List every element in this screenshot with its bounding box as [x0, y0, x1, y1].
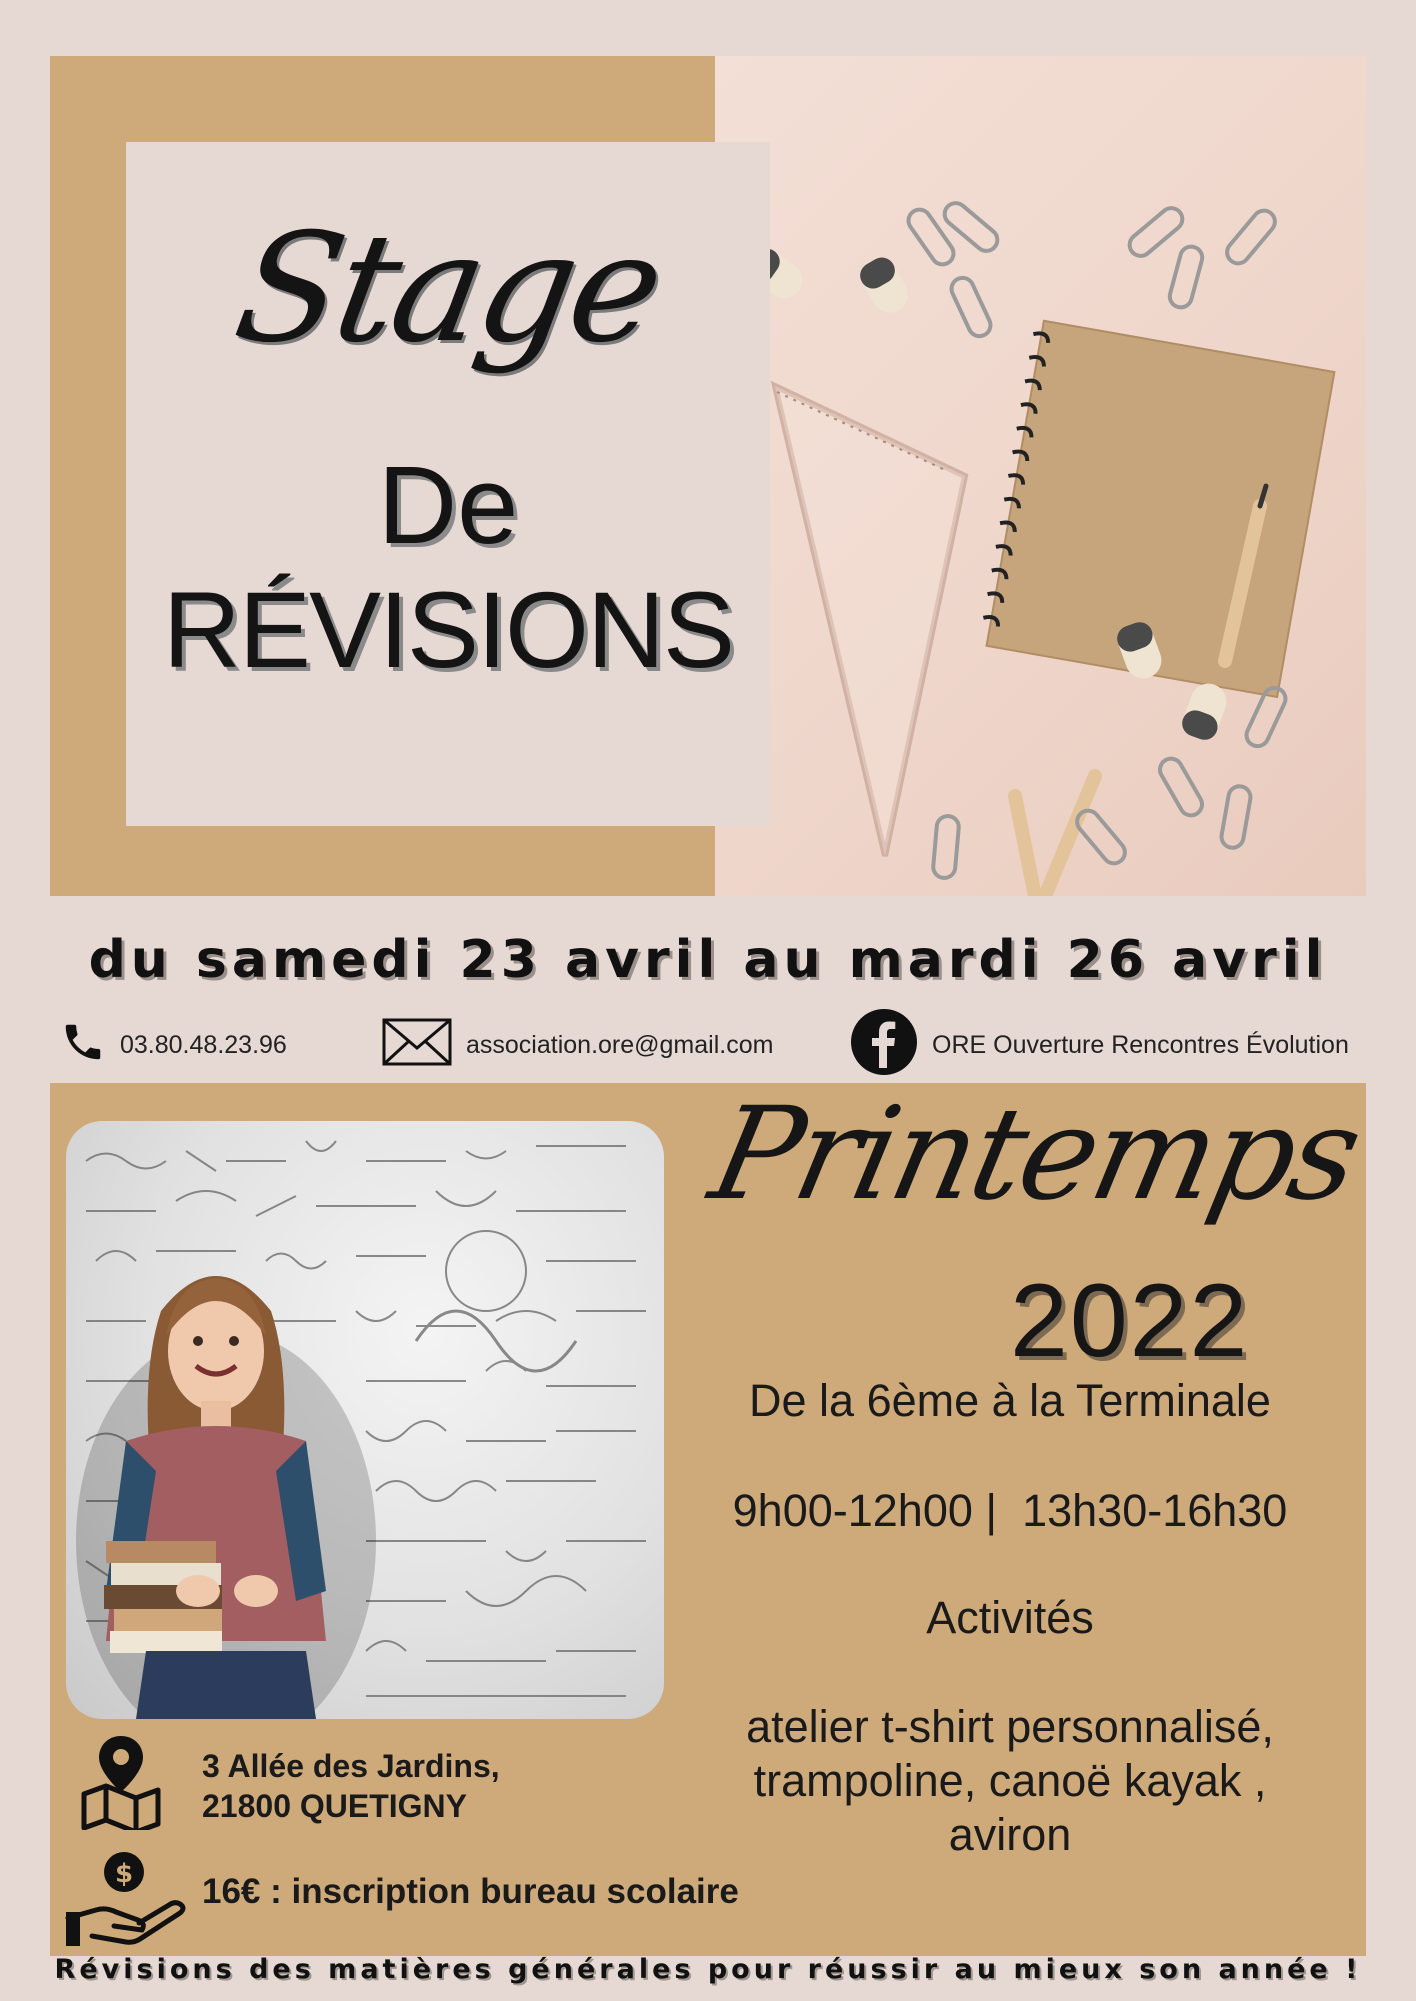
hand-coin-icon: $	[64, 1848, 188, 1948]
title-script-stage: Stage	[224, 202, 672, 376]
footer-tagline: Révisions des matières générales pour ré…	[54, 1954, 1362, 1985]
schedule-hours: 9h00-12h00 | 13h30-16h30	[732, 1485, 1288, 1536]
date-range: du samedi 23 avril au mardi 26 avril	[88, 930, 1328, 990]
title-box: Stage De RÉVISIONS	[126, 142, 770, 826]
email-address: association.ore@gmail.com	[466, 1030, 774, 1059]
activities-line-3: aviron	[948, 1809, 1072, 1860]
student-illustration	[76, 1140, 646, 1719]
contact-phone[interactable]: 03.80.48.23.96	[60, 1010, 287, 1080]
price-info: 16€ : inscription bureau scolaire	[202, 1872, 739, 1911]
phone-number: 03.80.48.23.96	[120, 1030, 287, 1059]
activities-heading: Activités	[926, 1592, 1094, 1643]
phone-icon	[60, 1019, 106, 1072]
student-photo	[66, 1121, 664, 1719]
map-pin-icon	[78, 1730, 164, 1835]
facebook-icon	[850, 1008, 918, 1083]
printemps-script: Printemps	[699, 1080, 1371, 1229]
title-de: De	[377, 444, 519, 567]
contact-email[interactable]: association.ore@gmail.com	[382, 1010, 773, 1080]
activities-line-1: atelier t-shirt personnalisé,	[746, 1701, 1274, 1752]
address-line-2: 21800 QUETIGNY	[202, 1788, 467, 1824]
facebook-page-name: ORE Ouverture Rencontres Évolution	[932, 1030, 1349, 1059]
address-line-1: 3 Allée des Jardins,	[202, 1748, 500, 1784]
svg-text:$: $	[115, 1859, 133, 1889]
stationery-photo	[715, 56, 1366, 896]
activities-line-2: trampoline, canoë kayak ,	[753, 1755, 1267, 1806]
venue-address: 3 Allée des Jardins, 21800 QUETIGNY	[202, 1746, 500, 1826]
contact-facebook[interactable]: ORE Ouverture Rencontres Évolution	[850, 1008, 1349, 1083]
activities-list: atelier t-shirt personnalisé, trampoline…	[680, 1700, 1340, 1862]
envelope-icon	[382, 1018, 452, 1073]
year: 2022	[1010, 1263, 1250, 1379]
title-revisions: RÉVISIONS	[162, 569, 735, 690]
stationery-illustration	[747, 201, 1336, 896]
school-levels: De la 6ème à la Terminale	[749, 1375, 1271, 1426]
